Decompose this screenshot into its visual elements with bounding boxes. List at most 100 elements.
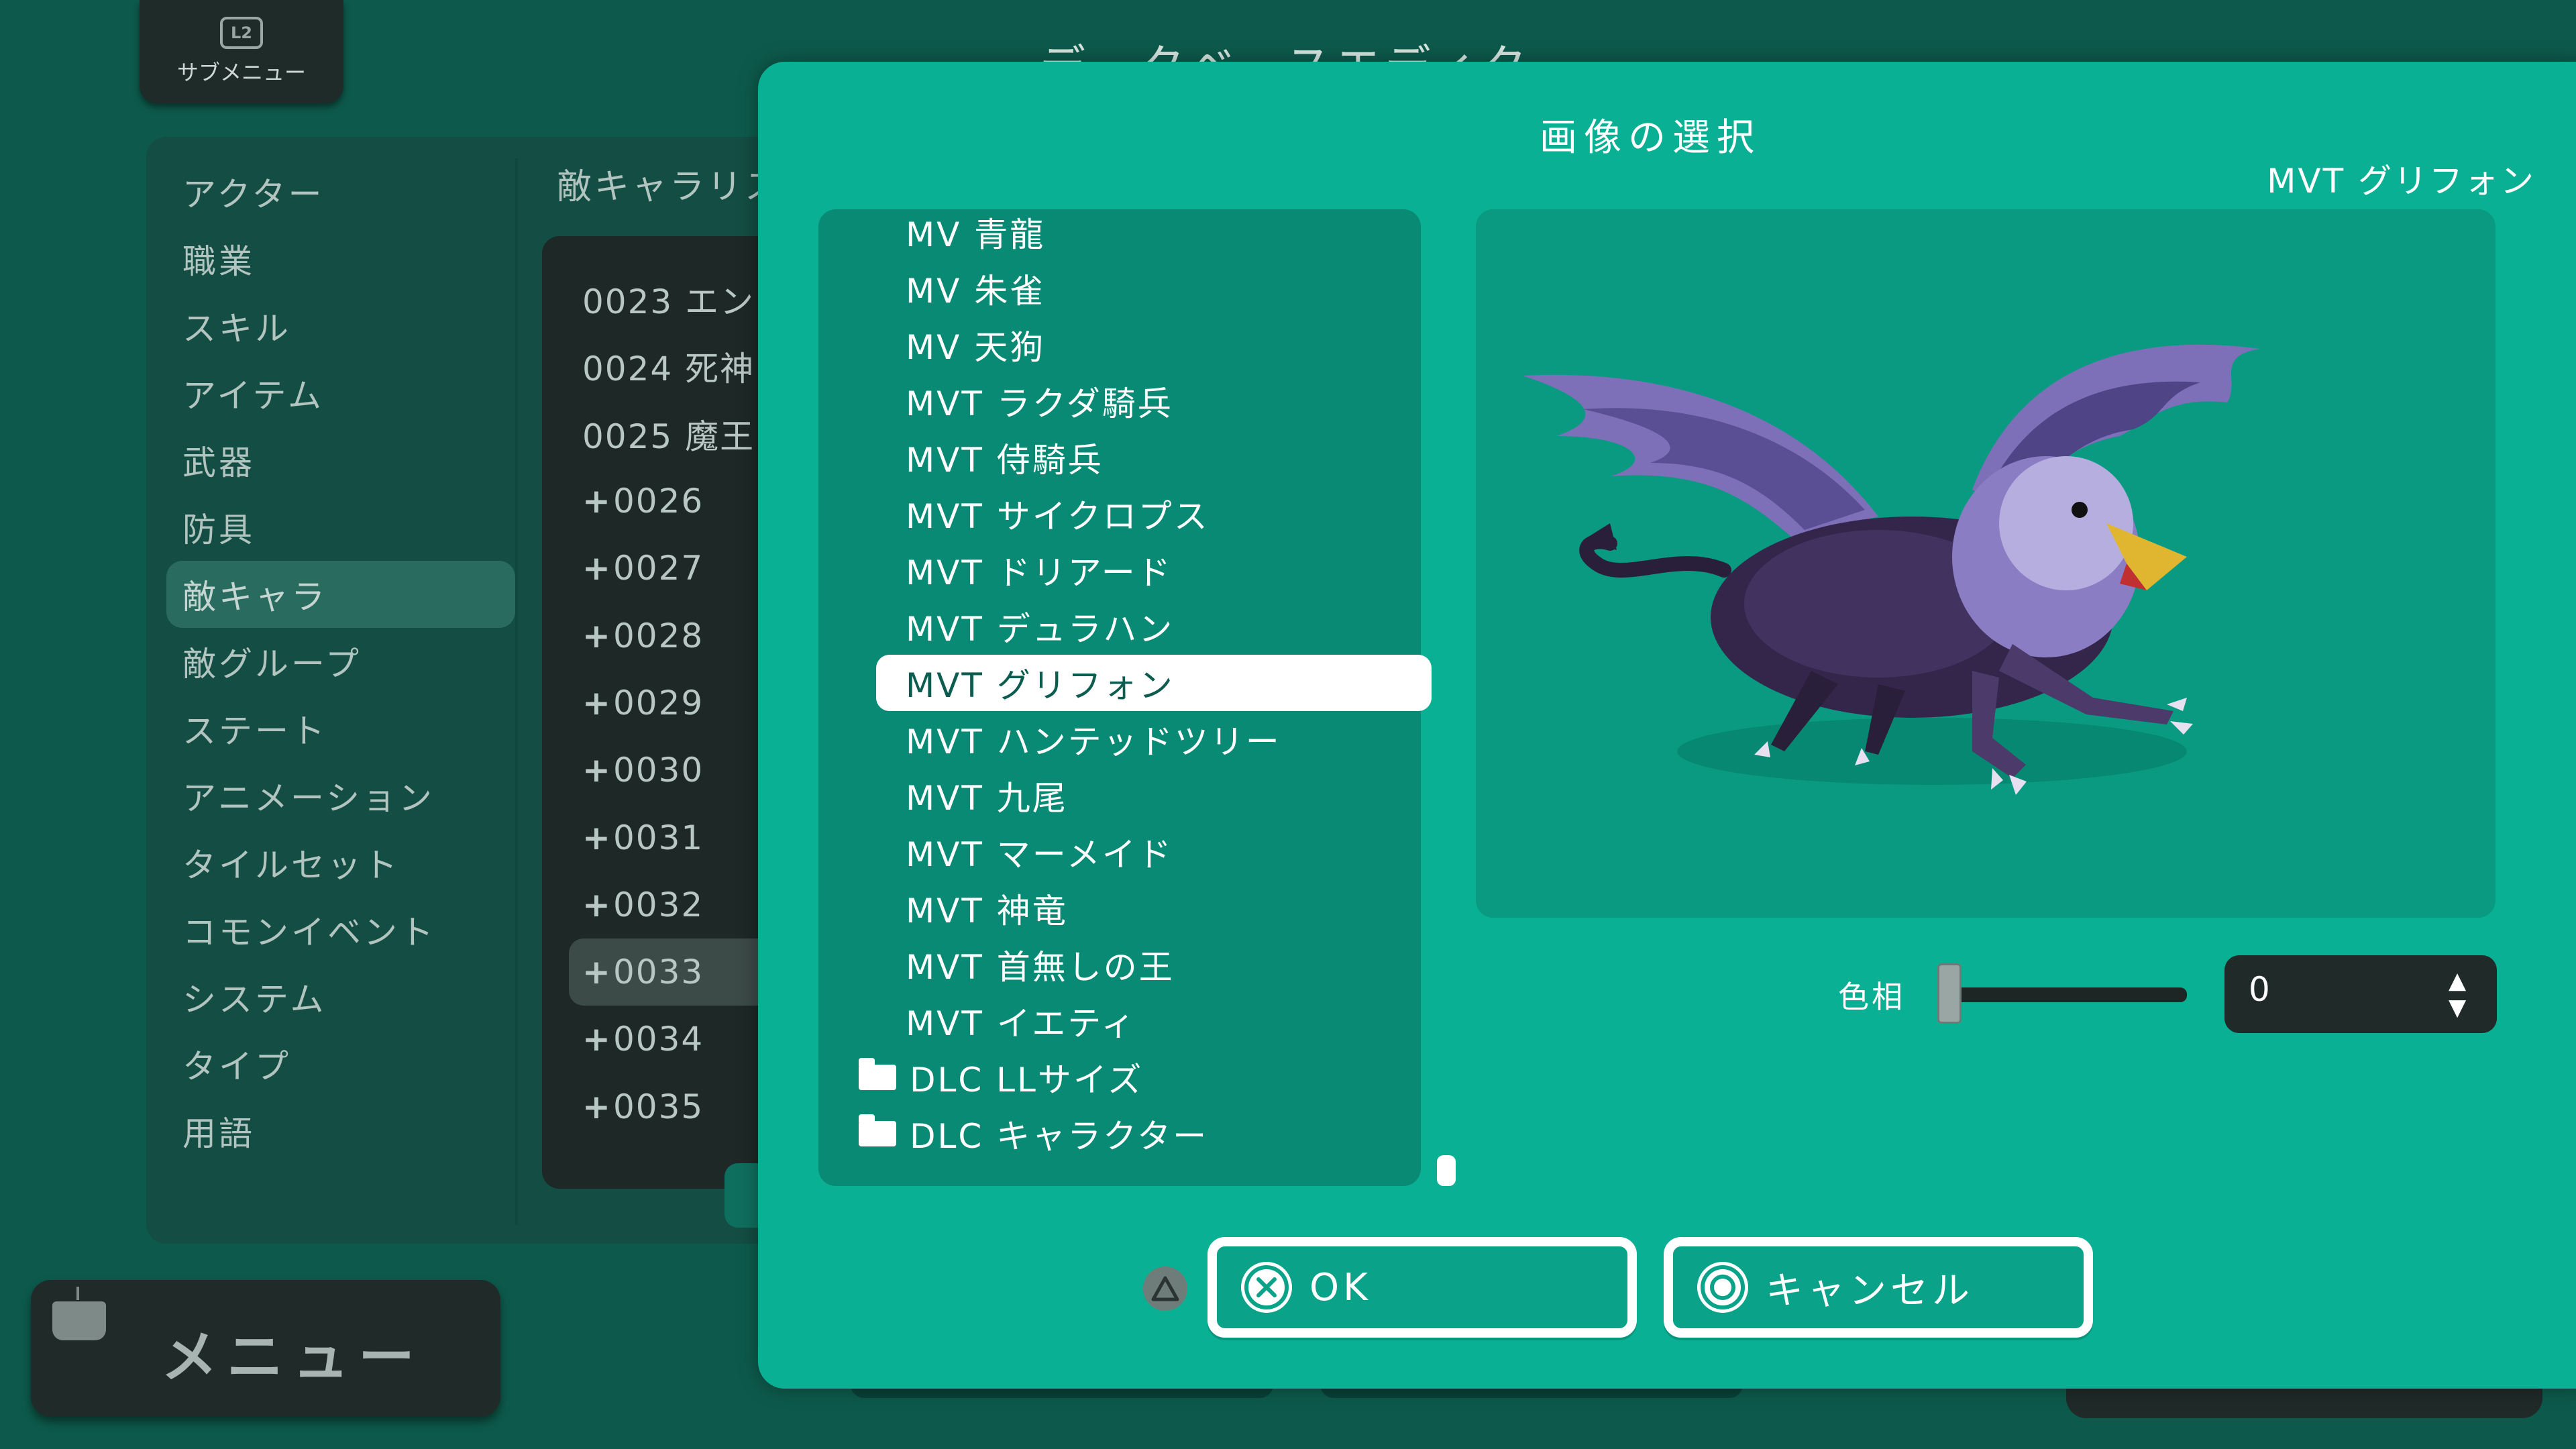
submenu-label: サブメニュー (176, 60, 306, 85)
plus-icon: + (582, 1087, 612, 1126)
category-item[interactable]: システム (166, 963, 515, 1030)
dialog-title: 画像の選択 (1540, 116, 1761, 160)
file-list-item-label: DLC LLサイズ (910, 1061, 1144, 1099)
enemy-list-item-label: 0024 死神 (582, 350, 755, 389)
file-list-item[interactable]: MVT 首無しの王 (891, 936, 1407, 993)
file-list-item-label: MVT デュラハン (906, 610, 1175, 649)
file-list-item[interactable]: MVT 九尾 (891, 767, 1407, 824)
triangle-button-icon[interactable] (1143, 1267, 1187, 1311)
category-item[interactable]: ステート (166, 695, 515, 762)
plus-icon: + (582, 818, 612, 857)
menu-icon (52, 1287, 106, 1340)
category-item[interactable]: スキル (166, 292, 515, 360)
enemy-list-item-label: 0028 (613, 616, 704, 655)
file-list-item-label: MV 青龍 (906, 215, 1046, 254)
hue-value: 0 (2249, 970, 2270, 1009)
file-list-item[interactable]: MVT マーメイド (891, 824, 1407, 880)
enemy-list-item-label: 0033 (613, 953, 704, 992)
spinner-up-icon[interactable]: ▲ (2449, 967, 2466, 994)
file-list-item-label: MV 朱雀 (906, 272, 1046, 311)
ok-button-label: OK (1309, 1265, 1372, 1309)
enemy-list-item-label: 0025 魔王 (582, 417, 755, 456)
file-list-item-label: MVT ハンテッドツリー (906, 722, 1281, 761)
l2-button-icon: L2 (220, 17, 263, 49)
category-item[interactable]: コモンイベント (166, 896, 515, 963)
file-list-item-label: MVT ラクダ騎兵 (906, 384, 1173, 423)
hue-slider-track[interactable] (1952, 987, 2187, 1002)
file-list-item[interactable]: MVT サイクロプス (891, 486, 1407, 542)
file-list-item-label: MVT マーメイド (906, 835, 1173, 874)
file-list-item[interactable]: MVT ラクダ騎兵 (891, 373, 1407, 429)
hue-slider-thumb[interactable] (1937, 963, 1962, 1024)
file-list-item-label: MVT サイクロプス (906, 497, 1210, 536)
category-item[interactable]: アイテム (166, 360, 515, 427)
plus-icon: + (582, 953, 612, 992)
file-list-item-label: MV 天狗 (906, 328, 1046, 367)
category-item[interactable]: タイプ (166, 1030, 515, 1097)
enemy-list-item-label: 0030 (613, 751, 704, 790)
file-list-item[interactable]: MV 朱雀 (891, 260, 1407, 317)
plus-icon: + (582, 885, 612, 924)
cross-button-icon (1241, 1262, 1292, 1313)
category-list: アクター 職業 スキル アイテム 武器 防具 敵キャラ 敵グループ ステート アニメーション タイル… (166, 158, 515, 1165)
file-list-item-label: MVT イエティ (906, 1004, 1137, 1043)
category-item[interactable]: タイルセット (166, 829, 515, 896)
ok-button[interactable]: OK (1208, 1237, 1637, 1338)
folder-icon (859, 1114, 896, 1146)
category-item[interactable]: 武器 (166, 427, 515, 494)
file-list-item-label: MVT 侍騎兵 (906, 441, 1104, 480)
griffon-preview-image (1523, 344, 2261, 795)
file-list-item-label: DLC キャラクター (910, 1117, 1209, 1156)
enemy-list-item-label: 0027 (613, 549, 704, 588)
folder-icon (859, 1058, 896, 1090)
folder-list-item[interactable]: DLC キャラクター (844, 1106, 1407, 1162)
triangle-glyph-icon (1151, 1276, 1179, 1301)
column-divider (515, 158, 518, 1225)
enemy-list-item-label: 0031 (613, 818, 704, 857)
plus-icon: + (582, 751, 612, 790)
plus-icon: + (582, 1020, 612, 1059)
file-list-item[interactable]: MVT グリフォン (876, 655, 1432, 711)
hue-label: 色相 (1838, 979, 1905, 1015)
enemy-list-item-label: 0023 エン (582, 282, 755, 322)
cancel-button[interactable]: キャンセル (1664, 1237, 2093, 1338)
file-list-item[interactable]: MVT デュラハン (891, 598, 1407, 655)
cancel-button-label: キャンセル (1766, 1269, 1974, 1313)
file-list-item-label: MVT ドリアード (906, 553, 1173, 592)
file-list-item-label: MVT 神竜 (906, 892, 1068, 930)
category-item[interactable]: 防具 (166, 494, 515, 561)
file-list-scroll-thumb[interactable] (1437, 1155, 1456, 1186)
file-list-item[interactable]: MVT 神竜 (891, 880, 1407, 936)
category-item[interactable]: 敵キャラ (166, 561, 515, 628)
selected-image-name: MVT グリフォン (2267, 162, 2536, 201)
enemy-list-item-label: 0026 (613, 482, 704, 521)
enemy-list-item-label: 0034 (613, 1020, 704, 1059)
file-list-item[interactable]: MVT イエティ (891, 993, 1407, 1049)
category-item[interactable]: 用語 (166, 1097, 515, 1165)
plus-icon: + (582, 616, 612, 655)
category-item[interactable]: アクター (166, 158, 515, 225)
category-item[interactable]: 敵グループ (166, 628, 515, 695)
category-item[interactable]: 職業 (166, 225, 515, 292)
plus-icon: + (582, 482, 612, 521)
enemy-list-item-label: 0029 (613, 683, 704, 722)
submenu-button[interactable]: L2 サブメニュー (140, 0, 343, 103)
menu-label: メニュー (161, 1324, 425, 1390)
file-list-item[interactable]: MVT ハンテッドツリー (891, 711, 1407, 767)
file-list-item[interactable]: MV 天狗 (891, 317, 1407, 373)
file-list-item[interactable]: MVT ドリアード (891, 542, 1407, 598)
spinner-down-icon[interactable]: ▼ (2449, 994, 2466, 1021)
file-list-item-label: MVT 首無しの王 (906, 948, 1175, 987)
enemy-list-item-label: 0035 (613, 1087, 704, 1126)
file-list-item-label: MVT 九尾 (906, 779, 1068, 818)
plus-icon: + (582, 549, 612, 588)
enemy-list-item-label: 0032 (613, 885, 704, 924)
file-list: MV 青龍 MV 朱雀 MV 天狗 MVT ラクダ騎兵 MVT 侍騎兵 MVT サイクロプ… (859, 204, 1432, 1162)
folder-list-item[interactable]: DLC LLサイズ (844, 1049, 1407, 1106)
file-list-item-label: MVT グリフォン (906, 666, 1175, 705)
file-list-item[interactable]: MVT 侍騎兵 (891, 429, 1407, 486)
file-list-item[interactable]: MV 青龍 (891, 204, 1407, 260)
category-item[interactable]: アニメーション (166, 762, 515, 829)
circle-button-icon (1697, 1262, 1748, 1313)
plus-icon: + (582, 683, 612, 722)
